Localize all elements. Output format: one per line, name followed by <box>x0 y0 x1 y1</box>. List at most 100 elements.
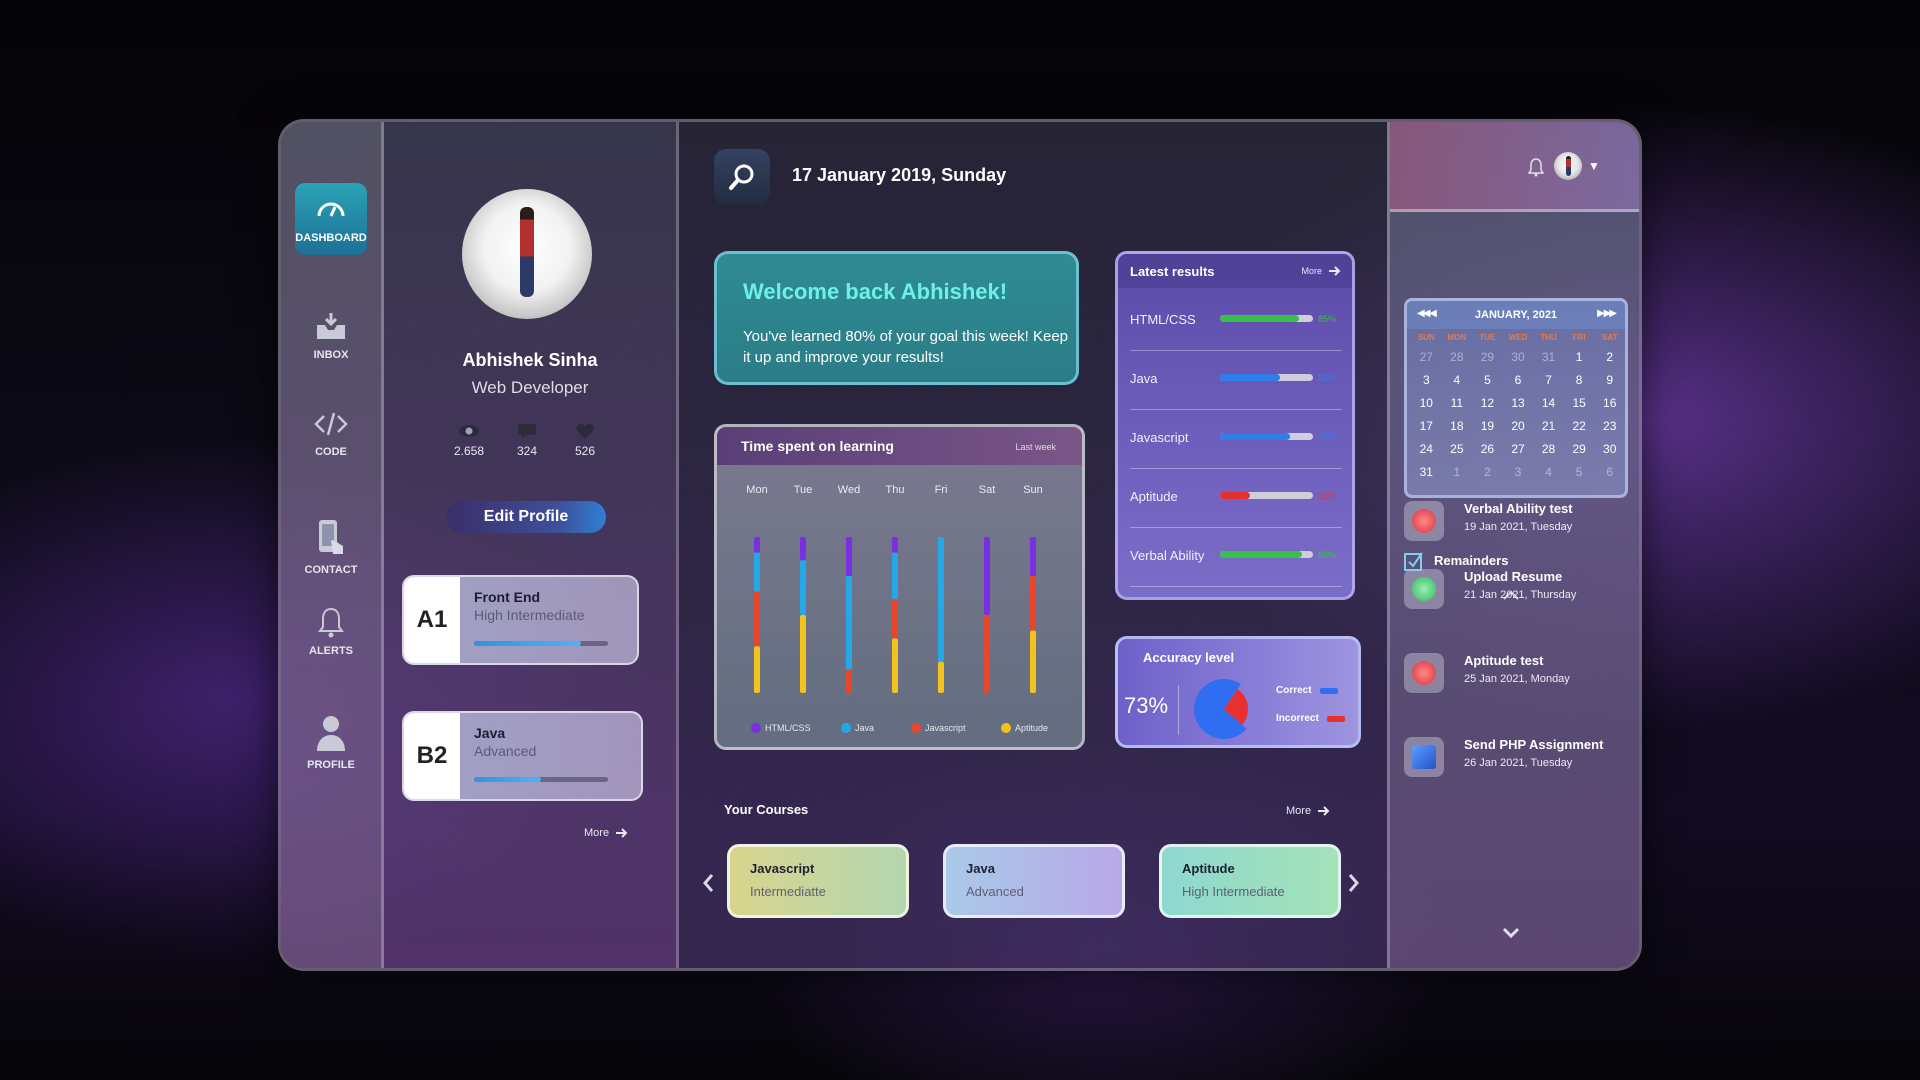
courses-prev-button[interactable] <box>701 872 719 894</box>
calendar-day[interactable]: 6 <box>1503 370 1534 390</box>
calendar-day-outside[interactable]: 5 <box>1564 462 1595 482</box>
calendar-day[interactable]: 7 <box>1533 370 1564 390</box>
calendar-day[interactable]: 22 <box>1564 416 1595 436</box>
reminder-item[interactable]: Verbal Ability test 19 Jan 2021, Tuesday <box>1404 497 1634 545</box>
main-content: 17 January 2019, Sunday Welcome back Abh… <box>679 122 1387 968</box>
arrow-right-icon <box>616 828 628 838</box>
calendar-day[interactable]: 8 <box>1564 370 1595 390</box>
calendar-day[interactable]: 21 <box>1533 416 1564 436</box>
chevron-left-icon <box>703 874 714 892</box>
mail-icon <box>1404 737 1444 777</box>
course-card-java[interactable]: Java Advanced <box>943 844 1125 918</box>
calendar-day[interactable]: 14 <box>1533 393 1564 413</box>
courses-more-link[interactable]: More <box>1286 805 1331 817</box>
chevron-down-icon[interactable] <box>1502 925 1520 939</box>
accuracy-value: 73% <box>1124 693 1169 718</box>
calendar-day[interactable]: 31 <box>1411 462 1442 482</box>
calendar-weekday: SUN <box>1417 333 1435 342</box>
profile-name: Abhishek Sinha <box>462 350 598 370</box>
legend-item: Aptitude <box>1001 723 1048 733</box>
result-row: Aptitude 32% <box>1130 469 1342 528</box>
bar-segment-java <box>892 552 898 600</box>
result-progress-bar <box>1220 374 1313 381</box>
search-button[interactable] <box>714 149 770 205</box>
more-label: More <box>584 827 610 839</box>
nav-item-contact[interactable]: CONTACT <box>295 502 367 592</box>
calendar-day-outside[interactable]: 31 <box>1533 347 1564 367</box>
calendar-day-outside[interactable]: 6 <box>1594 462 1625 482</box>
legend-label: Correct <box>1276 685 1312 696</box>
reminder-item[interactable]: Send PHP Assignment 26 Jan 2021, Tuesday <box>1404 733 1634 781</box>
calendar-day[interactable]: 19 <box>1472 416 1503 436</box>
level-card-front-end[interactable]: A1 Front End High Intermediate <box>402 575 639 665</box>
calendar-day[interactable]: 11 <box>1442 393 1473 413</box>
calendar-day[interactable]: 24 <box>1411 439 1442 459</box>
user-icon <box>317 716 345 751</box>
calendar-day[interactable]: 27 <box>1503 439 1534 459</box>
nav-item-alerts[interactable]: ALERTS <box>295 596 367 668</box>
calendar-day-outside[interactable]: 3 <box>1503 462 1534 482</box>
results-more-link[interactable]: More <box>1301 266 1342 276</box>
result-progress-bar <box>1220 433 1313 440</box>
results-title: Latest results <box>1130 264 1215 279</box>
calendar-day[interactable]: 5 <box>1472 370 1503 390</box>
accuracy-title: Accuracy level <box>1143 650 1235 665</box>
calendar-weekday: THU <box>1540 333 1557 342</box>
calendar-day-outside[interactable]: 2 <box>1472 462 1503 482</box>
calendar-day-outside[interactable]: 30 <box>1503 347 1534 367</box>
course-card-javascript[interactable]: Javascript Intermediatte <box>727 844 909 918</box>
calendar-day-outside[interactable]: 4 <box>1533 462 1564 482</box>
profile-more-link[interactable]: More <box>584 827 629 839</box>
course-level: Advanced <box>966 884 1024 899</box>
calendar-day-outside[interactable]: 28 <box>1442 347 1473 367</box>
more-label: More <box>1301 266 1322 276</box>
calendar-next-button[interactable]: ▶ ▶▶ <box>1597 308 1617 319</box>
course-card-aptitude[interactable]: Aptitude High Intermediate <box>1159 844 1341 918</box>
calendar-day[interactable]: 12 <box>1472 393 1503 413</box>
calendar-day[interactable]: 3 <box>1411 370 1442 390</box>
calendar-day[interactable]: 16 <box>1594 393 1625 413</box>
chevron-down-icon[interactable]: ▼ <box>1588 159 1600 173</box>
legend-swatch <box>751 723 761 733</box>
calendar-day[interactable]: 29 <box>1564 439 1595 459</box>
bar-segment-java <box>800 560 806 615</box>
legend-swatch <box>841 723 851 733</box>
nav-item-code[interactable]: CODE <box>295 397 367 469</box>
result-label: HTML/CSS <box>1130 312 1196 327</box>
nav-item-dashboard[interactable]: DASHBOARD <box>295 183 367 255</box>
courses-next-button[interactable] <box>1347 872 1365 894</box>
nav-item-profile[interactable]: PROFILE <box>295 697 367 787</box>
user-avatar[interactable] <box>1554 152 1582 180</box>
calendar-day-outside[interactable]: 29 <box>1472 347 1503 367</box>
calendar-day[interactable]: 10 <box>1411 393 1442 413</box>
calendar-day[interactable]: 26 <box>1472 439 1503 459</box>
calendar-day-outside[interactable]: 27 <box>1411 347 1442 367</box>
calendar-day[interactable]: 17 <box>1411 416 1442 436</box>
level-card-java[interactable]: B2 Java Advanced <box>402 711 643 801</box>
course-title: Javascript <box>750 861 815 876</box>
notification-bell-icon[interactable] <box>1527 157 1545 177</box>
calendar-day[interactable]: 1 <box>1564 347 1595 367</box>
calendar-day[interactable]: 13 <box>1503 393 1534 413</box>
reminder-item[interactable]: Upload Resume 21 Jan 2021, Thursday <box>1404 565 1634 613</box>
calendar-day[interactable]: 2 <box>1594 347 1625 367</box>
current-date: 17 January 2019, Sunday <box>792 165 1007 185</box>
calendar-day[interactable]: 18 <box>1442 416 1473 436</box>
calendar-day[interactable]: 30 <box>1594 439 1625 459</box>
level-subtitle: Advanced <box>474 743 537 759</box>
time-spent-card: Time spent on learning Last week Mon Tue W… <box>714 424 1085 750</box>
calendar-day[interactable]: 20 <box>1503 416 1534 436</box>
calendar-day[interactable]: 23 <box>1594 416 1625 436</box>
calendar-day[interactable]: 28 <box>1533 439 1564 459</box>
calendar-day[interactable]: 9 <box>1594 370 1625 390</box>
calendar-day[interactable]: 25 <box>1442 439 1473 459</box>
inbox-icon <box>317 313 345 339</box>
nav-item-inbox[interactable]: INBOX <box>295 300 367 372</box>
calendar-day[interactable]: 15 <box>1564 393 1595 413</box>
calendar-day[interactable]: 4 <box>1442 370 1473 390</box>
reminder-item[interactable]: Aptitude test 25 Jan 2021, Monday <box>1404 649 1634 697</box>
edit-profile-button[interactable]: Edit Profile <box>446 501 606 533</box>
calendar-day-outside[interactable]: 1 <box>1442 462 1473 482</box>
welcome-card: Welcome back Abhishek! You've learned 80… <box>714 251 1079 385</box>
reminder-title: Aptitude test <box>1464 653 1544 668</box>
